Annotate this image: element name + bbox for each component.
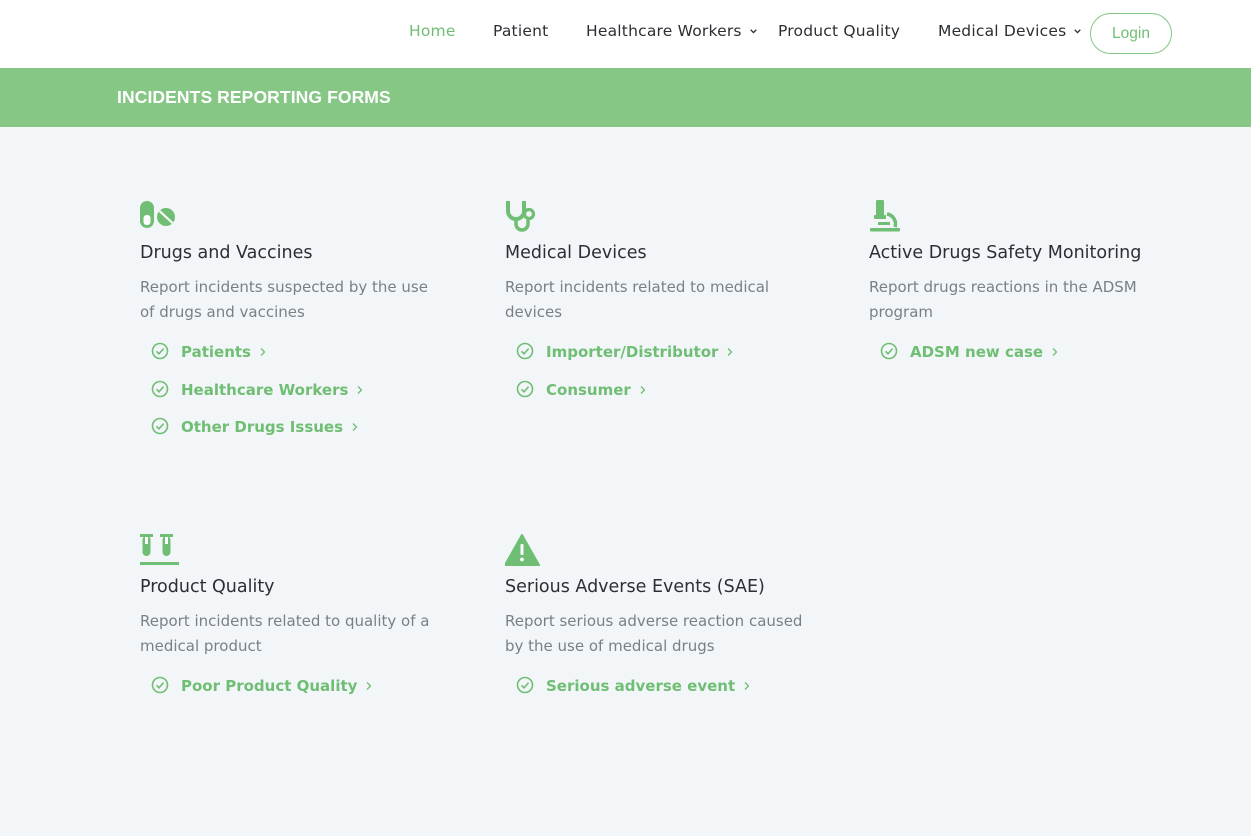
chevron-down-icon: [749, 28, 757, 33]
stethoscope-icon: [506, 201, 536, 232]
chevron-right-icon: [727, 348, 733, 356]
microscope-icon: [870, 200, 900, 232]
chevron-right-icon: [640, 385, 646, 394]
card-links: Serious adverse event: [516, 676, 750, 714]
nav-medical-devices-label: Medical Devices: [938, 22, 1067, 40]
card-title: Medical Devices: [505, 243, 647, 263]
link-label: Healthcare Workers: [181, 380, 349, 399]
check-circle-icon: [151, 380, 169, 397]
card-description: Report incidents suspected by the use of…: [140, 278, 428, 321]
chevron-right-icon: [1052, 348, 1058, 356]
link-label: Other Drugs Issues: [181, 418, 344, 436]
check-circle-icon: [151, 342, 169, 360]
link-adsm-new-case[interactable]: ADSM new case: [880, 342, 1058, 380]
pills-icon: [140, 201, 175, 228]
page-banner: INCIDENTS REPORTING FORMS: [0, 68, 1251, 127]
card-description: Report incidents related to quality of a…: [140, 612, 430, 655]
nav-healthcare-workers-label: Healthcare Workers: [586, 22, 742, 40]
nav-healthcare-workers[interactable]: Healthcare Workers: [586, 22, 757, 40]
nav-home-label: Home: [409, 22, 456, 40]
chevron-right-icon: [357, 385, 363, 394]
link-patients[interactable]: Patients: [151, 342, 363, 380]
card-description: Report serious adverse reaction caused b…: [505, 612, 803, 655]
card-links: Poor Product Quality: [151, 676, 372, 714]
top-navbar: Home Patient Healthcare Workers Product …: [0, 0, 1251, 68]
chevron-right-icon: [260, 348, 266, 356]
chevron-right-icon: [352, 423, 358, 431]
link-serious-adverse-event[interactable]: Serious adverse event: [516, 676, 750, 714]
link-label: Poor Product Quality: [181, 677, 358, 695]
link-healthcare-workers[interactable]: Healthcare Workers: [151, 380, 363, 418]
link-other-drugs-issues[interactable]: Other Drugs Issues: [151, 417, 363, 455]
card-title: Product Quality: [140, 577, 275, 597]
nav-medical-devices[interactable]: Medical Devices: [938, 22, 1082, 40]
nav-product-quality[interactable]: Product Quality: [778, 22, 900, 40]
link-label: Patients: [181, 343, 251, 361]
link-label: Serious adverse event: [546, 677, 736, 695]
link-importer-distributor[interactable]: Importer/Distributor: [516, 342, 733, 380]
card-title: Serious Adverse Events (SAE): [505, 577, 765, 597]
check-circle-icon: [151, 676, 169, 694]
page-title: INCIDENTS REPORTING FORMS: [117, 87, 391, 107]
link-label: ADSM new case: [910, 343, 1044, 361]
check-circle-icon: [516, 380, 534, 397]
card-links: Importer/Distributor Consumer: [516, 342, 733, 417]
link-consumer[interactable]: Consumer: [516, 380, 733, 418]
card-title: Drugs and Vaccines: [140, 243, 313, 263]
card-description: Report incidents related to medical devi…: [505, 278, 770, 321]
main-nav: Home Patient Healthcare Workers Product …: [0, 0, 1251, 68]
card-links: Patients Healthcare Workers Other Drugs …: [151, 342, 363, 455]
test-tubes-icon: [140, 534, 179, 565]
chevron-right-icon: [744, 682, 750, 690]
check-circle-icon: [151, 417, 169, 435]
nav-home[interactable]: Home: [409, 22, 456, 40]
check-circle-icon: [516, 342, 534, 360]
card-title: Active Drugs Safety Monitoring: [869, 243, 1142, 263]
link-label: Importer/Distributor: [546, 343, 719, 361]
check-circle-icon: [516, 676, 534, 694]
login-button[interactable]: Login: [1090, 13, 1172, 54]
chevron-right-icon: [366, 682, 372, 690]
link-poor-product-quality[interactable]: Poor Product Quality: [151, 676, 372, 714]
card-description: Report drugs reactions in the ADSM progr…: [869, 278, 1137, 321]
link-label: Consumer: [546, 380, 631, 399]
warning-icon: [505, 534, 540, 566]
nav-patient-label: Patient: [493, 22, 549, 40]
chevron-down-icon: [1074, 28, 1082, 33]
card-links: ADSM new case: [880, 342, 1058, 380]
check-circle-icon: [880, 342, 898, 360]
nav-product-quality-label: Product Quality: [778, 22, 901, 40]
nav-patient[interactable]: Patient: [493, 22, 548, 40]
